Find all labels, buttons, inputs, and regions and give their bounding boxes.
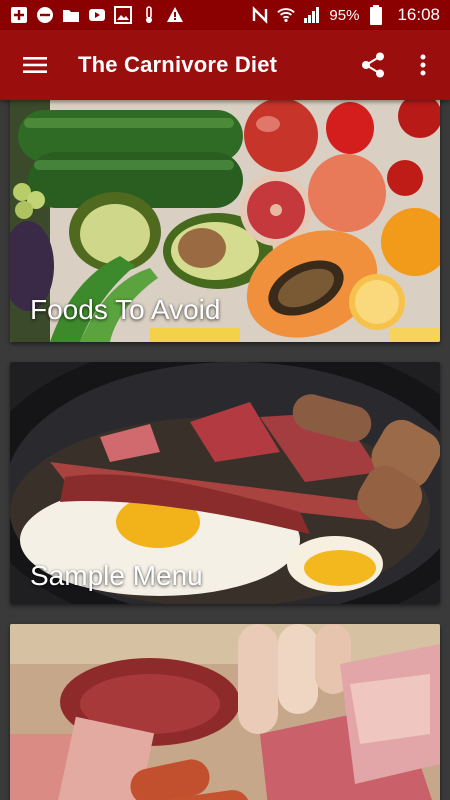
battery-icon	[367, 5, 385, 25]
minus-circle-icon	[36, 6, 54, 24]
more-vert-icon[interactable]	[398, 40, 448, 90]
card-meat[interactable]	[10, 624, 440, 800]
add-box-icon	[10, 6, 28, 24]
nfc-icon	[251, 6, 269, 24]
card-sample-menu[interactable]: Sample Menu	[10, 362, 440, 604]
signal-icon	[303, 6, 321, 24]
youtube-icon	[88, 6, 106, 24]
battery-percent: 95%	[329, 6, 360, 24]
app-bar: The Carnivore Diet	[0, 30, 450, 100]
folder-icon	[62, 6, 80, 24]
status-bar: 95% 16:08	[0, 0, 450, 30]
category-list: Foods To Avoid Sample Menu	[0, 100, 450, 800]
share-icon[interactable]	[348, 40, 398, 90]
card-label: Sample Menu	[30, 560, 203, 591]
hamburger-menu-icon[interactable]	[10, 40, 60, 90]
thermometer-icon	[140, 6, 158, 24]
app-title: The Carnivore Diet	[78, 52, 278, 77]
warning-icon	[166, 6, 184, 24]
notification-icons	[10, 6, 184, 24]
image-icon	[114, 6, 132, 24]
meat-image	[10, 624, 440, 800]
wifi-icon	[277, 6, 296, 24]
card-foods-to-avoid[interactable]: Foods To Avoid	[10, 100, 440, 342]
clock: 16:08	[397, 5, 440, 24]
system-icons: 95% 16:08	[251, 5, 440, 25]
card-label: Foods To Avoid	[30, 294, 221, 325]
